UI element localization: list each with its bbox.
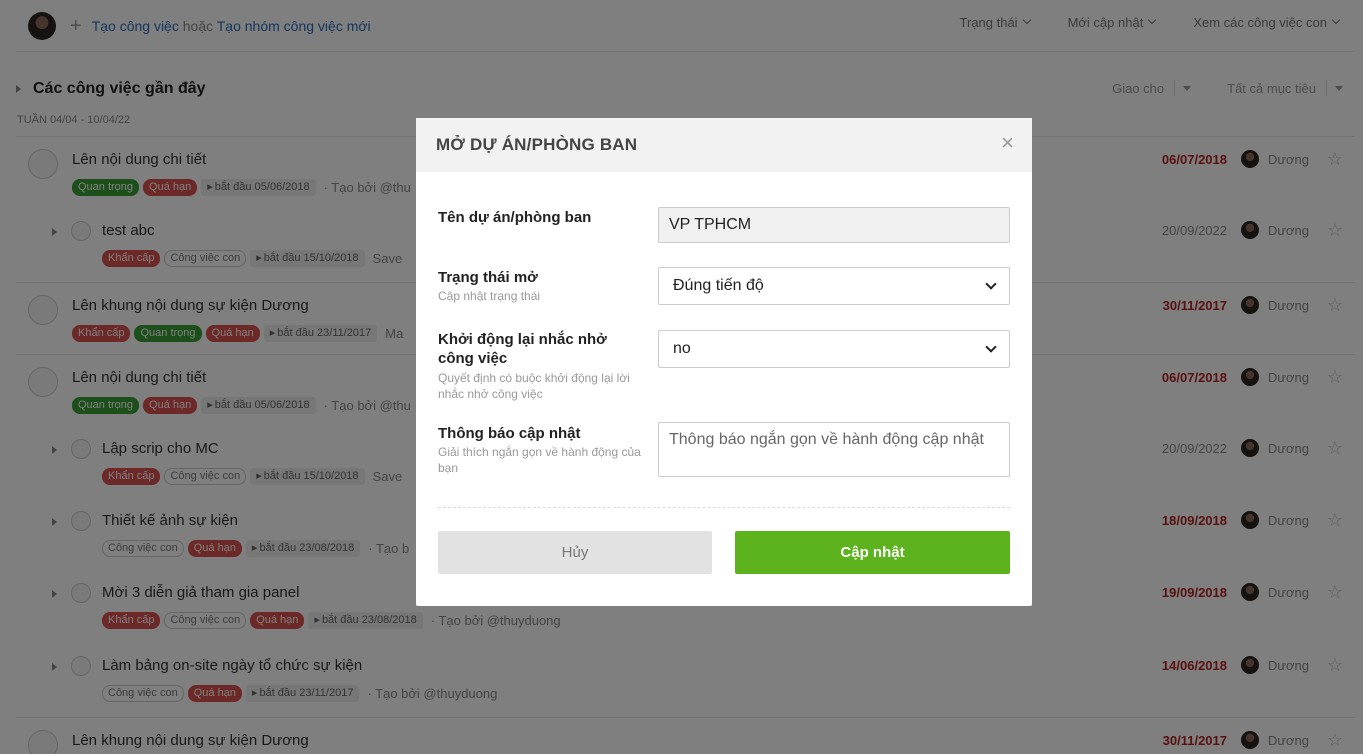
restart-label: Khởi động lại nhắc nhở công việc [438, 331, 607, 367]
message-hint: Giải thích ngắn gọn về hành động của bạn [438, 445, 641, 475]
restart-select[interactable]: no [658, 330, 1010, 368]
restart-row: Khởi động lại nhắc nhở công việc Quyết đ… [438, 330, 1010, 410]
modal-divider [438, 507, 1010, 508]
status-select[interactable]: Đúng tiến độ [658, 267, 1010, 305]
chevron-down-icon [985, 278, 997, 290]
message-label: Thông báo cập nhật [438, 425, 581, 442]
update-button[interactable]: Cập nhật [735, 531, 1010, 574]
close-icon[interactable]: × [1001, 132, 1014, 154]
project-row: Tên dự án/phòng ban VP TPHCM [438, 206, 1010, 246]
project-label: Tên dự án/phòng ban [438, 209, 592, 226]
open-project-modal: MỞ DỰ ÁN/PHÒNG BAN × Tên dự án/phòng ban… [416, 118, 1032, 606]
modal-title: MỞ DỰ ÁN/PHÒNG BAN [436, 135, 638, 154]
project-name-input[interactable]: VP TPHCM [658, 207, 1010, 243]
cancel-button[interactable]: Hủy [438, 531, 712, 574]
message-textarea[interactable]: Thông báo ngắn gọn về hành động cập nhật [658, 422, 1010, 477]
message-row: Thông báo cập nhật Giải thích ngắn gọn v… [438, 422, 1010, 482]
status-label: Trạng thái mở [438, 269, 538, 286]
modal-header: MỞ DỰ ÁN/PHÒNG BAN × [416, 118, 1032, 172]
status-row: Trạng thái mở Cập nhật trạng thái Đúng t… [438, 266, 1010, 306]
chevron-down-icon [985, 341, 997, 353]
restart-hint: Quyết định có buộc khởi động lại lời nhắ… [438, 371, 630, 401]
status-hint: Cập nhật trạng thái [438, 289, 541, 303]
